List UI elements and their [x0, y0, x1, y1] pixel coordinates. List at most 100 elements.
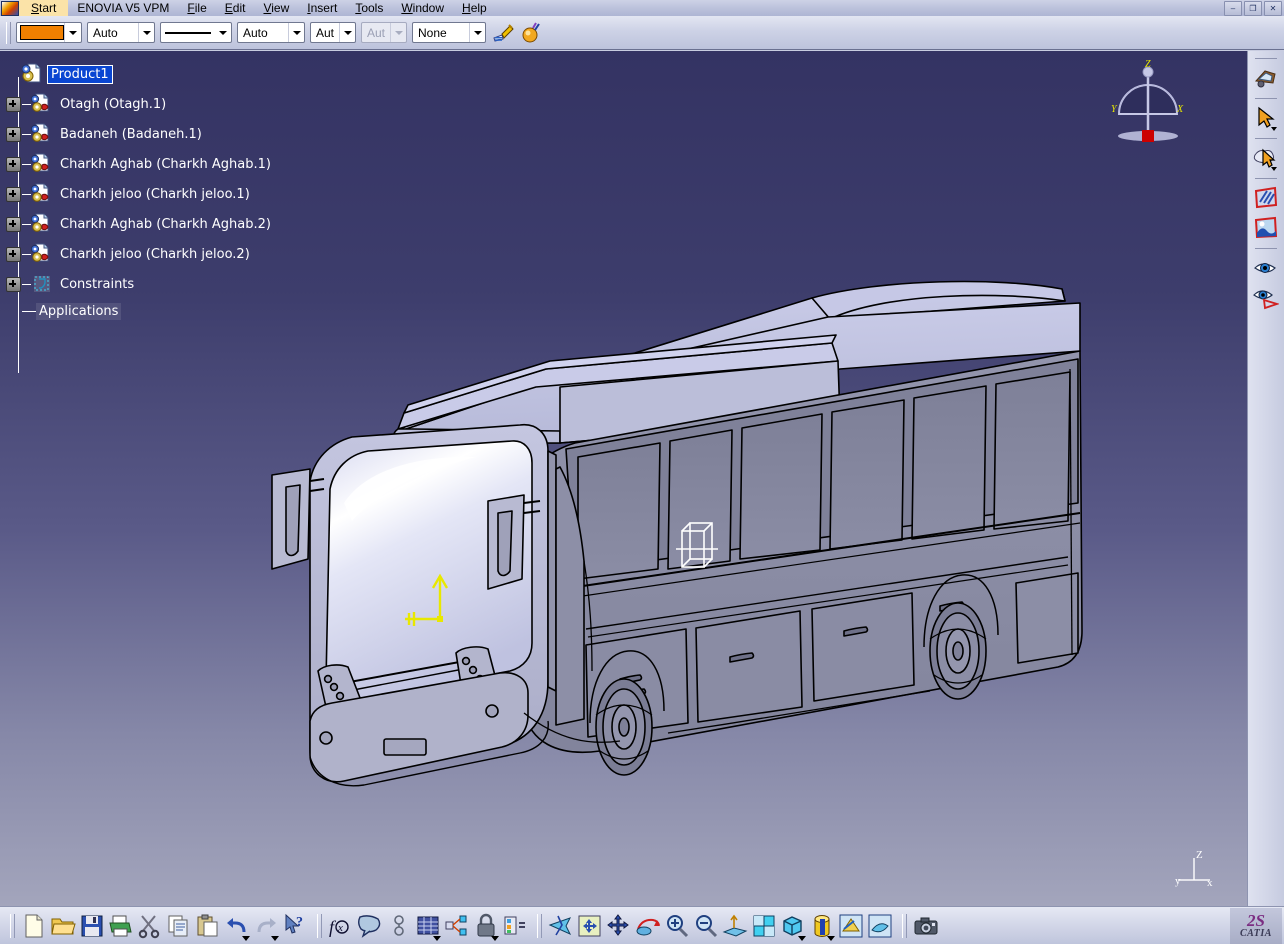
normal-view-icon[interactable] [722, 913, 748, 939]
tree-node-charkh-aghab-1[interactable]: Charkh Aghab (Charkh Aghab.1) [6, 149, 274, 179]
toolbar-separator[interactable] [537, 913, 542, 938]
toolbar-separator[interactable] [10, 913, 15, 938]
rotate-icon[interactable] [635, 913, 661, 939]
camera-snapshot-icon[interactable] [913, 913, 939, 939]
chevron-down-icon[interactable] [469, 23, 485, 42]
tree-node-constraints[interactable]: Constraints [6, 269, 274, 299]
tree-label[interactable]: Otagh (Otagh.1) [57, 96, 169, 113]
tree-label[interactable]: Charkh jeloo (Charkh jeloo.1) [57, 186, 253, 203]
layer-select[interactable]: Auto [87, 22, 155, 43]
select-arrow-icon[interactable] [1253, 105, 1279, 131]
toolbar-grip[interactable] [6, 21, 11, 44]
pan-icon[interactable] [606, 913, 632, 939]
save-icon[interactable] [79, 913, 105, 939]
fly-mode-icon[interactable] [1253, 65, 1279, 91]
chevron-down-icon[interactable] [827, 935, 835, 941]
chevron-down-icon[interactable] [798, 935, 806, 941]
linetype-name-select[interactable]: None [412, 22, 486, 43]
tree-node-charkh-jeloo-1[interactable]: Charkh jeloo (Charkh jeloo.1) [6, 179, 274, 209]
line-weight-select[interactable] [160, 22, 232, 43]
chevron-down-icon[interactable] [339, 23, 355, 42]
whats-this-help-icon[interactable]: ? [282, 913, 308, 939]
expander-icon[interactable] [6, 126, 21, 142]
toolbar-separator[interactable] [902, 913, 907, 938]
menu-item-tools[interactable]: Tools [346, 0, 392, 16]
chevron-down-icon[interactable] [433, 935, 441, 941]
hide-show-eye-icon[interactable] [1253, 285, 1280, 311]
menu-item-help[interactable]: Help [453, 0, 496, 16]
tree-node-product1[interactable]: Product1 [6, 59, 274, 89]
tree-node-charkh-jeloo-2[interactable]: Charkh jeloo (Charkh jeloo.2) [6, 239, 274, 269]
expander-icon[interactable] [6, 156, 21, 172]
tree-label[interactable]: Charkh jeloo (Charkh jeloo.2) [57, 246, 253, 263]
paintbrush-icon[interactable] [491, 21, 515, 45]
copy-icon[interactable] [166, 913, 192, 939]
zoom-out-icon[interactable] [693, 913, 719, 939]
formula-icon[interactable]: fx [328, 913, 354, 939]
select-trap-icon[interactable] [1253, 145, 1279, 171]
transparency-select[interactable]: Aut [310, 22, 356, 43]
apply-material-icon[interactable] [517, 21, 541, 45]
tree-label[interactable]: Product1 [47, 64, 113, 84]
redo-icon[interactable] [253, 913, 279, 941]
chevron-down-icon[interactable] [1271, 167, 1277, 171]
apply-scene-icon[interactable] [838, 913, 864, 939]
render-style-icon[interactable] [809, 913, 835, 941]
publication-icon[interactable] [444, 913, 470, 939]
expander-icon[interactable] [6, 276, 21, 292]
undo-icon[interactable] [224, 913, 250, 941]
chevron-down-icon[interactable] [64, 23, 80, 42]
catia-app-icon[interactable] [1, 0, 19, 16]
fill-color-picker[interactable] [16, 22, 82, 43]
close-button[interactable]: ✕ [1264, 1, 1282, 16]
paste-icon[interactable] [195, 913, 221, 939]
tree-label[interactable]: Charkh Aghab (Charkh Aghab.1) [57, 156, 274, 173]
expander-icon[interactable] [6, 246, 21, 262]
tree-label[interactable]: Constraints [57, 276, 137, 293]
comment-icon[interactable] [357, 913, 383, 939]
minimize-button[interactable]: – [1224, 1, 1242, 16]
new-document-icon[interactable] [21, 913, 47, 939]
tree-label[interactable]: Applications [36, 302, 122, 320]
lock-icon[interactable] [473, 913, 499, 941]
hide-show-icon[interactable] [867, 913, 893, 939]
expander-icon[interactable] [6, 186, 21, 202]
chevron-down-icon[interactable] [271, 935, 279, 941]
line-type-select[interactable]: Auto [237, 22, 305, 43]
tree-label[interactable]: Badaneh (Badaneh.1) [57, 126, 205, 143]
design-table-icon[interactable] [415, 913, 441, 941]
surface-paint-icon[interactable] [1253, 185, 1279, 211]
menu-item-edit[interactable]: Edit [216, 0, 255, 16]
toolbar-separator[interactable] [317, 913, 322, 938]
tree-node-charkh-aghab-2[interactable]: Charkh Aghab (Charkh Aghab.2) [6, 209, 274, 239]
visible-eye-icon[interactable] [1253, 255, 1279, 281]
tree-label[interactable]: Charkh Aghab (Charkh Aghab.2) [57, 216, 274, 233]
menu-item-window[interactable]: Window [392, 0, 453, 16]
tree-node-otagh[interactable]: Otagh (Otagh.1) [6, 89, 274, 119]
constraint-icon[interactable] [386, 913, 412, 939]
3d-compass[interactable]: Z Y X [1103, 56, 1193, 151]
tree-node-badaneh[interactable]: Badaneh (Badaneh.1) [6, 119, 274, 149]
zoom-in-icon[interactable] [664, 913, 690, 939]
menu-item-view[interactable]: View [254, 0, 298, 16]
chevron-down-icon[interactable] [1271, 127, 1277, 131]
expander-icon[interactable] [6, 96, 21, 112]
surface-scene-icon[interactable] [1253, 215, 1279, 241]
tree-node-applications[interactable]: Applications [6, 299, 274, 323]
chevron-down-icon[interactable] [288, 23, 304, 42]
menu-item-insert[interactable]: Insert [298, 0, 346, 16]
menu-item-file[interactable]: File [178, 0, 215, 16]
fly-through-icon[interactable] [548, 913, 574, 939]
print-icon[interactable] [108, 913, 134, 939]
menu-item-start[interactable]: Start [19, 0, 69, 16]
chevron-down-icon[interactable] [491, 935, 499, 941]
isometric-view-icon[interactable] [780, 913, 806, 941]
fit-all-in-icon[interactable] [577, 913, 603, 939]
restore-button[interactable]: ❐ [1244, 1, 1262, 16]
menu-item-enovia[interactable]: ENOVIA V5 VPM [68, 0, 178, 16]
3d-viewport[interactable]: Product1 Otagh (Otagh.1) Badaneh (Badane… [0, 51, 1248, 906]
chevron-down-icon[interactable] [215, 23, 230, 42]
chevron-down-icon[interactable] [138, 23, 154, 42]
multi-view-icon[interactable] [751, 913, 777, 939]
open-folder-icon[interactable] [50, 913, 76, 939]
